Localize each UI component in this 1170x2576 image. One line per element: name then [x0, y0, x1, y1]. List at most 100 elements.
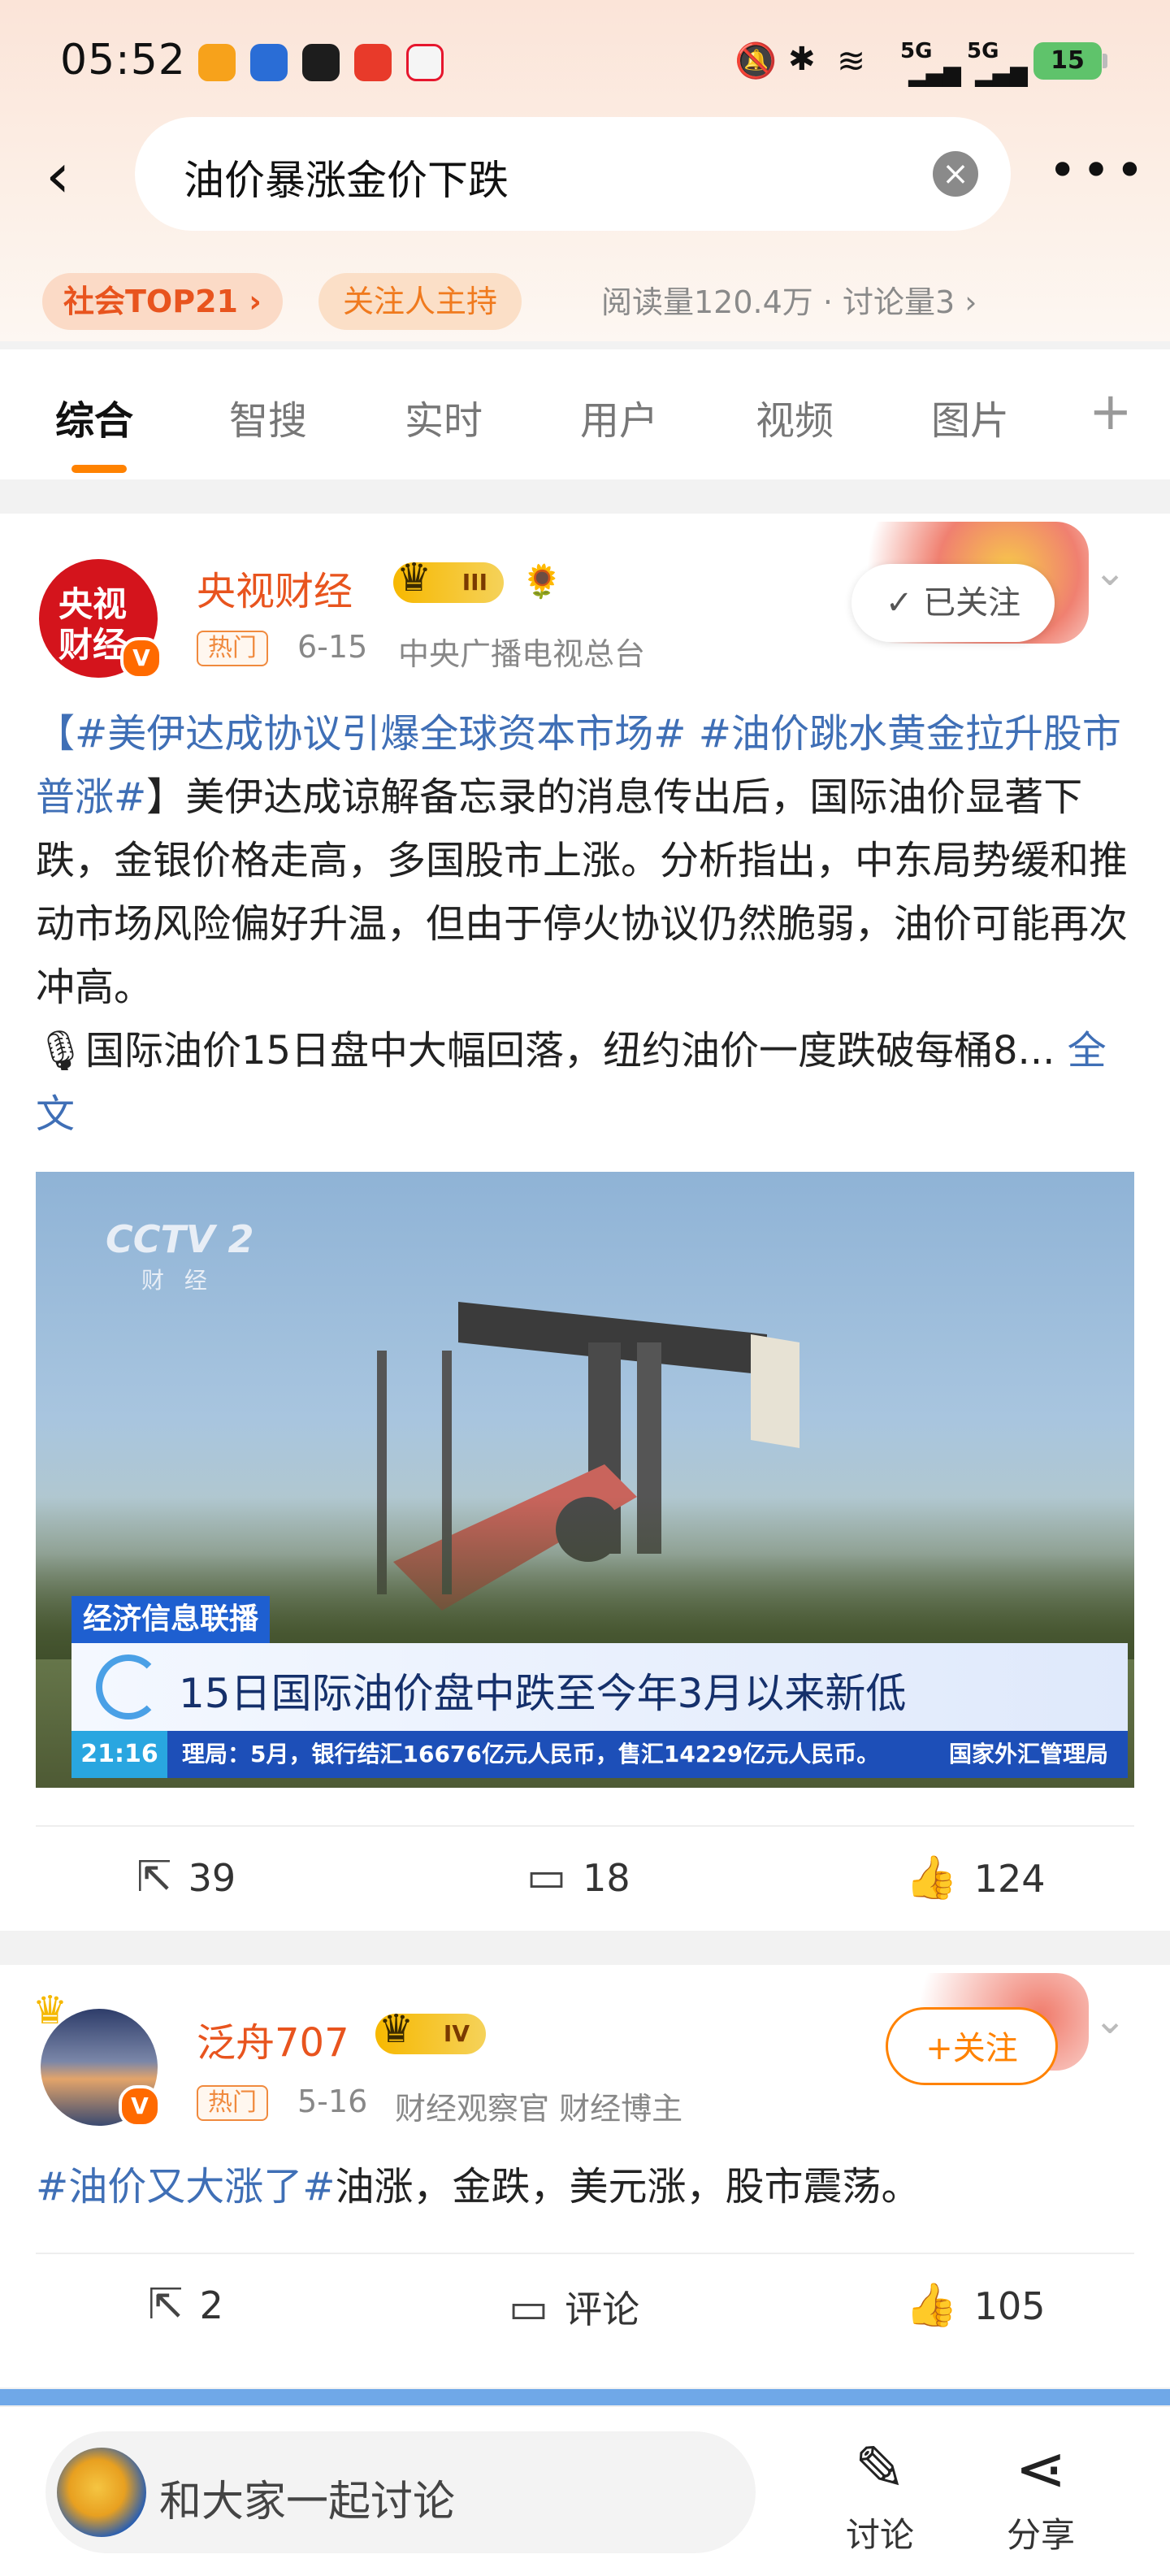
hot-tag: 热门 [197, 2085, 268, 2121]
avatar [57, 2448, 146, 2537]
post-text[interactable]: #油价又大涨了#油涨，金跌，美元涨，股市震荡。 [36, 2155, 1134, 2218]
like-count: 105 [973, 2284, 1046, 2328]
nfc-icon [250, 44, 288, 81]
post-card: ♛ V 泛舟707 IV 热门 5-16 财经观察官 财经博主 +关注 ⌄ #油… [0, 1965, 1170, 2387]
back-icon[interactable]: ‹ [46, 143, 86, 208]
share-icon: ⋖ [1015, 2432, 1067, 2504]
comment-label: 评论 [565, 2288, 640, 2331]
comment-button[interactable]: ▭ 评论 [509, 2280, 639, 2334]
repost-button[interactable]: ⇱ 2 [148, 2280, 223, 2329]
sunflower-icon: 🌻 [522, 563, 562, 601]
level-badge: IV [375, 2009, 486, 2054]
repost-button[interactable]: ⇱ 39 [136, 1853, 236, 1902]
repost-count: 39 [188, 1856, 236, 1900]
news-headline: 15日国际油价盘中跌至今年3月以来新低 [179, 1670, 907, 1717]
clear-icon[interactable]: × [933, 151, 978, 197]
follow-host-button[interactable]: 关注人主持 [318, 273, 522, 330]
thumbs-up-icon: 👍 [905, 1854, 958, 1902]
tab-comprehensive[interactable]: 综合 [55, 388, 133, 445]
bell-off-icon: 🔕 [734, 41, 778, 80]
status-time: 05:52 [60, 36, 186, 85]
tab-smart-search[interactable]: 智搜 [229, 388, 307, 445]
add-tab-icon[interactable]: + [1089, 382, 1133, 442]
repost-icon: ⇱ [148, 2280, 184, 2329]
author-name[interactable]: 泛舟707 [197, 2010, 349, 2067]
comment-count: 18 [583, 1856, 630, 1900]
topic-stats-text: 阅读量120.4万 · 讨论量3 [601, 284, 956, 320]
chevron-down-icon[interactable]: ⌄ [1094, 1997, 1126, 2043]
more-icon[interactable]: ••• [1048, 146, 1149, 195]
chevron-right-icon: › [964, 284, 977, 320]
battery-cap [1103, 54, 1107, 68]
comment-icon: ▭ [509, 2284, 549, 2333]
thumbs-up-icon: 👍 [905, 2281, 958, 2330]
rank-tag[interactable]: 社会TOP21 › [42, 273, 283, 330]
hashtag[interactable]: #油价又大涨了# [36, 2164, 335, 2210]
bluetooth-icon: ✱ [788, 41, 816, 78]
post-card: 央视 财经 V 央视财经 III 🌻 热门 6-15 中央广播电视总台 ✓ 已关… [0, 514, 1170, 1931]
avatar-text: 财经 [58, 625, 128, 665]
verified-badge: V [119, 2085, 161, 2127]
followed-button[interactable]: ✓ 已关注 [852, 564, 1055, 642]
repost-icon: ⇱ [136, 1853, 172, 1902]
news-ticker: 21:16 理局：5月，银行结汇16676亿元人民币，售汇14229亿元人民币。… [72, 1731, 1128, 1778]
level-badge: III [393, 557, 504, 603]
share-label: 分享 [1006, 2515, 1075, 2555]
comment-icon: ▭ [526, 1853, 567, 1902]
signal-bars-icon: ▂▄▆ [908, 60, 961, 87]
follow-button[interactable]: +关注 [886, 2007, 1058, 2085]
card-separator [0, 1931, 1170, 1965]
channel-logo: CCTV 2 [106, 1217, 254, 1261]
comment-button[interactable]: ▭ 18 [526, 1853, 630, 1902]
verified-badge: V [120, 637, 162, 679]
like-count: 124 [973, 1857, 1046, 1901]
post-source: 中央广播电视总台 [398, 636, 646, 672]
active-tab-indicator [72, 465, 127, 473]
post-source: 财经观察官 财经博主 [395, 2091, 683, 2127]
post-subtext: 🎙国际油价15日盘中大幅回落，纽约油价一度跌破每桶8... [36, 1028, 1055, 1073]
discussion-input[interactable]: 和大家一起讨论 [46, 2431, 756, 2553]
news-program-tag: 经济信息联播 [72, 1596, 271, 1643]
weibo-icon [406, 44, 444, 81]
tab-images[interactable]: 图片 [931, 388, 1009, 445]
ticker-message: 理局：5月，银行结汇16676亿元人民币，售汇14229亿元人民币。 [182, 1741, 880, 1767]
topic-stats[interactable]: 阅读量120.4万 · 讨论量3 › [601, 280, 977, 325]
video-thumbnail[interactable]: CCTV 2 财 经 经济信息联播 15日国际油价盘中跌至今年3月以来新低 21… [36, 1172, 1134, 1788]
post-text[interactable]: 【#美伊达成协议引爆全球资本市场# #油价跳水黄金拉升股市普涨#】美伊达成谅解备… [36, 702, 1134, 1146]
status-bar: 05:52 🔕 ✱ ≋ 5G ▂▄▆ 5G ▂▄▆ 15 [0, 0, 1170, 130]
app-notification-icon [302, 44, 340, 81]
search-input[interactable]: 油价暴涨金价下跌 × [135, 117, 1011, 231]
bottom-bar: 和大家一起讨论 ✎ 讨论 ⋖ 分享 [0, 2405, 1170, 2576]
tab-users[interactable]: 用户 [580, 388, 658, 445]
post-actions: ⇱ 39 ▭ 18 👍 124 [36, 1825, 1134, 1934]
ticker-source: 国家外汇管理局 [948, 1741, 1108, 1767]
tab-video[interactable]: 视频 [756, 388, 834, 445]
chevron-right-icon: › [249, 284, 262, 319]
chevron-down-icon[interactable]: ⌄ [1094, 549, 1126, 595]
hot-tag: 热门 [197, 631, 268, 666]
post-body: 油涨，金跌，美元涨，股市震荡。 [335, 2164, 921, 2210]
author-name[interactable]: 央视财经 [197, 559, 353, 616]
post-date: 6-15 [297, 629, 368, 665]
signal-bars-icon: ▂▄▆ [975, 60, 1028, 87]
wifi-icon: ≋ [837, 41, 866, 80]
post-body: 】美伊达成谅解备忘录的消息传出后，国际油价显著下跌，金银价格走高，多国股市上涨。… [36, 774, 1129, 1010]
like-button[interactable]: 👍 124 [905, 1853, 1046, 1902]
discussion-placeholder: 和大家一起讨论 [159, 2478, 456, 2526]
news-headline-bar: 15日国际油价盘中跌至今年3月以来新低 [72, 1643, 1128, 1731]
post-actions: ⇱ 2 ▭ 评论 👍 105 [36, 2253, 1134, 2361]
app-notification-icon [354, 44, 392, 81]
tab-realtime[interactable]: 实时 [405, 388, 483, 445]
battery-indicator: 15 [1034, 42, 1102, 80]
rank-tag-label: 社会TOP21 [63, 284, 238, 319]
share-button[interactable]: ⋖ 分享 [996, 2430, 1086, 2557]
discuss-button[interactable]: ✎ 讨论 [835, 2430, 925, 2557]
search-query[interactable]: 油价暴涨金价下跌 [184, 148, 509, 206]
like-button[interactable]: 👍 105 [905, 2280, 1046, 2330]
edit-icon: ✎ [854, 2432, 906, 2504]
app-notification-icon [198, 44, 236, 81]
post-date: 5-16 [297, 2084, 368, 2119]
repost-count: 2 [199, 2283, 223, 2327]
channel-subtitle: 财 经 [141, 1267, 214, 1294]
program-logo-icon [96, 1654, 161, 1720]
